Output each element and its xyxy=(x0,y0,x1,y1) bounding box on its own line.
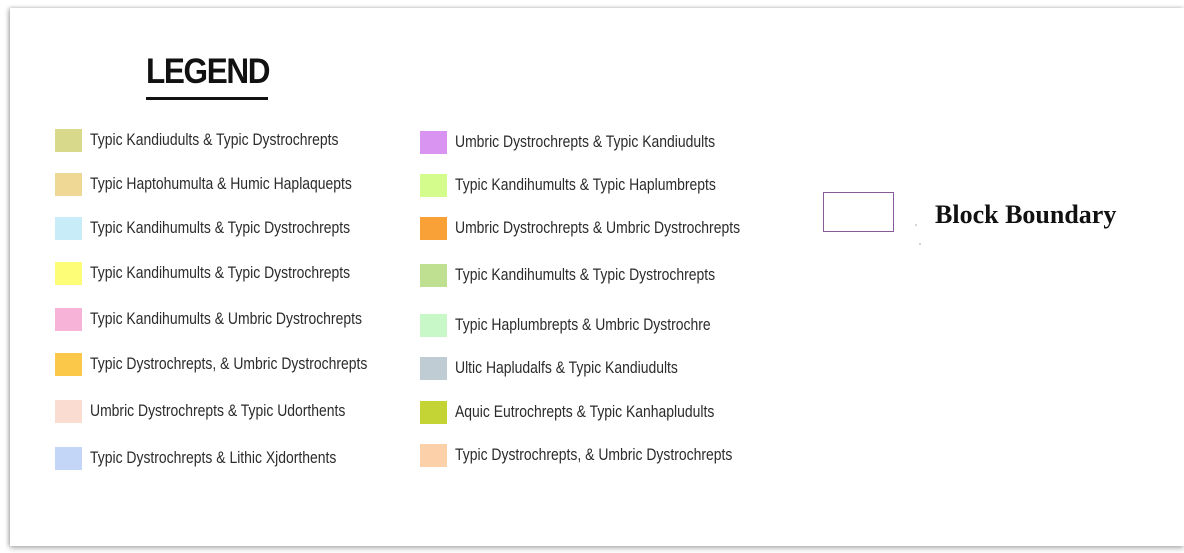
legend-swatch xyxy=(55,173,82,196)
legend-item-label: Ultic Hapludalfs & Typic Kandiudults xyxy=(455,358,678,377)
legend-title: LEGEND xyxy=(146,52,271,91)
legend-swatch xyxy=(420,401,447,424)
legend-item-label: Typic Haptohumulta & Humic Haplaquepts xyxy=(90,174,352,193)
legend-swatch xyxy=(55,447,82,470)
legend-item-label: Umbric Dystrochrepts & Typic Udorthents xyxy=(90,401,346,420)
legend-item-label: Aquic Eutrochrepts & Typic Kanhapludults xyxy=(455,402,715,421)
legend-item-label: Umbric Dystrochrepts & Umbric Dystrochre… xyxy=(455,218,741,237)
legend-item-label: Typic Kandihumults & Umbric Dystrochrept… xyxy=(90,309,362,328)
block-boundary-label: Block Boundary xyxy=(935,200,1117,229)
legend-swatch xyxy=(55,129,82,152)
speck xyxy=(919,243,921,245)
legend-item-label: Typic Dystrochrepts, & Umbric Dystrochre… xyxy=(455,445,733,464)
legend-swatch xyxy=(420,444,447,467)
legend-item-label: Typic Kandihumults & Typic Haplumbrepts xyxy=(455,175,716,194)
legend-item-label: Typic Haplumbrepts & Umbric Dystrochre xyxy=(455,315,711,334)
legend-swatch xyxy=(420,217,447,240)
legend-swatch xyxy=(420,174,447,197)
legend-swatch xyxy=(420,264,447,287)
legend-swatch xyxy=(55,353,82,376)
legend-swatch xyxy=(55,400,82,423)
legend-swatch xyxy=(420,131,447,154)
legend-swatch xyxy=(55,308,82,331)
legend-title-underline xyxy=(146,97,268,100)
legend-swatch xyxy=(55,217,82,240)
legend-item-label: Typic Dystrochrepts, & Umbric Dystrochre… xyxy=(90,354,368,373)
legend-swatch xyxy=(55,262,82,285)
legend-swatch xyxy=(420,357,447,380)
legend-item-label: Typic Kandihumults & Typic Dystrochrepts xyxy=(90,218,351,237)
speck xyxy=(915,224,917,226)
legend-swatch xyxy=(420,314,447,337)
legend-item-label: Typic Dystrochrepts & Lithic Xjdorthents xyxy=(90,448,337,467)
legend-item-label: Typic Kandihumults & Typic Dystrochrepts xyxy=(455,265,716,284)
legend-item-label: Typic Kandihumults & Typic Dystrochrepts xyxy=(90,263,351,282)
legend-item-label: Typic Kandiudults & Typic Dystrochrepts xyxy=(90,130,339,149)
legend-item-label: Umbric Dystrochrepts & Typic Kandiudults xyxy=(455,132,716,151)
block-boundary-swatch xyxy=(823,192,894,232)
